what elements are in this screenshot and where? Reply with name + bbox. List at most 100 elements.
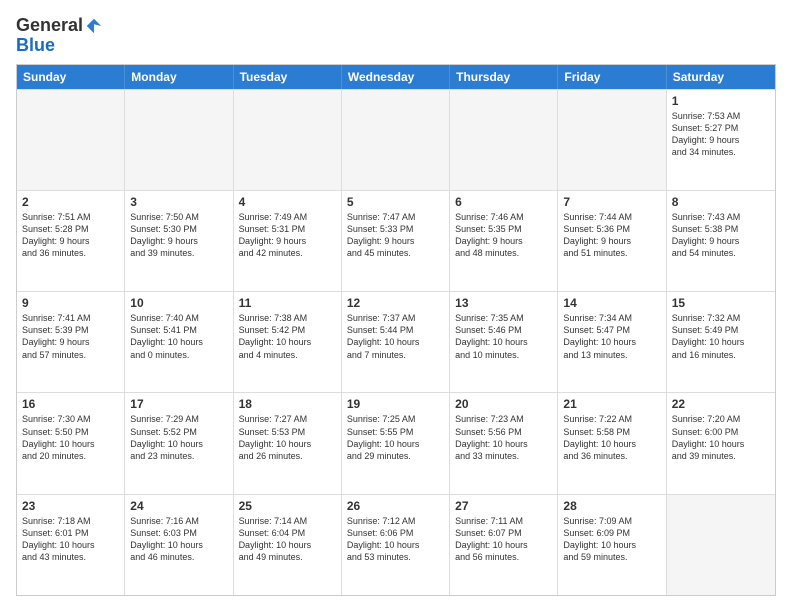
cell-line: Sunset: 5:52 PM <box>130 426 227 438</box>
calendar-cell <box>17 90 125 190</box>
cell-line: and 34 minutes. <box>672 146 770 158</box>
calendar-row: 1Sunrise: 7:53 AMSunset: 5:27 PMDaylight… <box>17 89 775 190</box>
cell-line: and 53 minutes. <box>347 551 444 563</box>
cell-info: Sunrise: 7:27 AMSunset: 5:53 PMDaylight:… <box>239 413 336 462</box>
cell-line: and 43 minutes. <box>22 551 119 563</box>
calendar: SundayMondayTuesdayWednesdayThursdayFrid… <box>16 64 776 596</box>
cell-line: Sunset: 5:50 PM <box>22 426 119 438</box>
cell-line: Sunrise: 7:46 AM <box>455 211 552 223</box>
cell-line: and 39 minutes. <box>130 247 227 259</box>
cell-line: Daylight: 10 hours <box>22 539 119 551</box>
calendar-cell <box>450 90 558 190</box>
day-number: 10 <box>130 296 227 310</box>
calendar-cell: 28Sunrise: 7:09 AMSunset: 6:09 PMDayligh… <box>558 495 666 595</box>
cell-info: Sunrise: 7:49 AMSunset: 5:31 PMDaylight:… <box>239 211 336 260</box>
calendar-cell: 23Sunrise: 7:18 AMSunset: 6:01 PMDayligh… <box>17 495 125 595</box>
cell-line: Daylight: 10 hours <box>130 336 227 348</box>
cell-line: Sunrise: 7:35 AM <box>455 312 552 324</box>
cell-info: Sunrise: 7:47 AMSunset: 5:33 PMDaylight:… <box>347 211 444 260</box>
cell-line: Sunrise: 7:30 AM <box>22 413 119 425</box>
cell-line: Sunset: 5:46 PM <box>455 324 552 336</box>
cell-line: Sunset: 5:53 PM <box>239 426 336 438</box>
calendar-cell: 12 Sunrise: 7:37 AMSunset: 5:44 PMDayligh… <box>342 292 450 392</box>
cell-line: Daylight: 10 hours <box>563 336 660 348</box>
cell-line: Sunrise: 7:20 AM <box>672 413 770 425</box>
cell-line: Sunset: 5:58 PM <box>563 426 660 438</box>
calendar-row: 16 Sunrise: 7:30 AMSunset: 5:50 PM Dayligh… <box>17 392 775 493</box>
cell-line: Daylight: 9 hours <box>672 134 770 146</box>
day-number: 28 <box>563 499 660 513</box>
day-number: 15 <box>672 296 770 310</box>
calendar-cell <box>558 90 666 190</box>
cell-line: Sunset: 5:30 PM <box>130 223 227 235</box>
cell-line: Daylight: 10 hours <box>347 539 444 551</box>
cell-line: Sunset: 5:47 PM <box>563 324 660 336</box>
cell-info: Sunrise: 7:46 AMSunset: 5:35 PMDaylight:… <box>455 211 552 260</box>
calendar-cell: 20Sunrise: 7:23 AMSunset: 5:56 PMDayligh… <box>450 393 558 493</box>
day-number: 20 <box>455 397 552 411</box>
cell-line: Sunset: 5:33 PM <box>347 223 444 235</box>
cell-line: Sunrise: 7:11 AM <box>455 515 552 527</box>
cell-line: Daylight: 9 hours <box>672 235 770 247</box>
cell-line: and 36 minutes. <box>22 247 119 259</box>
cell-line: Daylight: 10 hours <box>455 336 552 348</box>
cell-line: Daylight: 9 hours <box>130 235 227 247</box>
calendar-cell: 25Sunrise: 7:14 AMSunset: 6:04 PMDayligh… <box>234 495 342 595</box>
cell-info: Sunrise: 7:41 AMSunset: 5:39 PMDaylight:… <box>22 312 119 361</box>
cell-info: Sunrise: 7:14 AMSunset: 6:04 PMDaylight:… <box>239 515 336 564</box>
cell-line: Sunrise: 7:23 AM <box>455 413 552 425</box>
logo: General Blue <box>16 16 103 56</box>
cell-line: Sunset: 5:27 PM <box>672 122 770 134</box>
day-number: 13 <box>455 296 552 310</box>
cell-info: Sunrise: 7:44 AMSunset: 5:36 PMDaylight:… <box>563 211 660 260</box>
cal-header-day: Thursday <box>450 65 558 89</box>
cell-line: and 36 minutes. <box>563 450 660 462</box>
cell-info: Sunrise: 7:53 AMSunset: 5:27 PMDaylight:… <box>672 110 770 159</box>
cell-line: and 59 minutes. <box>563 551 660 563</box>
cell-line: Sunrise: 7:41 AM <box>22 312 119 324</box>
cell-line: Daylight: 9 hours <box>347 235 444 247</box>
cell-info: Sunrise: 7:29 AMSunset: 5:52 PMDaylight:… <box>130 413 227 462</box>
cell-line: Sunset: 6:00 PM <box>672 426 770 438</box>
logo-text-blue: Blue <box>16 36 55 56</box>
day-number: 17 <box>130 397 227 411</box>
cell-line: Sunset: 6:04 PM <box>239 527 336 539</box>
cell-info: Sunrise: 7:37 AMSunset: 5:44 PMDaylight:… <box>347 312 444 361</box>
calendar-cell <box>667 495 775 595</box>
day-number: 6 <box>455 195 552 209</box>
cell-info: Sunrise: 7:34 AMSunset: 5:47 PMDaylight:… <box>563 312 660 361</box>
cell-info: Sunrise: 7:12 AMSunset: 6:06 PMDaylight:… <box>347 515 444 564</box>
day-number: 12 <box>347 296 444 310</box>
calendar-cell: 3Sunrise: 7:50 AMSunset: 5:30 PMDaylight… <box>125 191 233 291</box>
calendar-cell: 19Sunrise: 7:25 AMSunset: 5:55 PMDayligh… <box>342 393 450 493</box>
cell-info: Sunrise: 7:18 AMSunset: 6:01 PMDaylight:… <box>22 515 119 564</box>
cell-line: Sunrise: 7:53 AM <box>672 110 770 122</box>
cell-line: and 45 minutes. <box>347 247 444 259</box>
cell-line: Sunrise: 7:50 AM <box>130 211 227 223</box>
day-number: 21 <box>563 397 660 411</box>
cal-header-day: Tuesday <box>234 65 342 89</box>
cell-line: Sunset: 5:49 PM <box>672 324 770 336</box>
cell-line: and 57 minutes. <box>22 349 119 361</box>
day-number: 5 <box>347 195 444 209</box>
day-number: 18 <box>239 397 336 411</box>
calendar-cell: 18 Sunrise: 7:27 AMSunset: 5:53 PMDayligh… <box>234 393 342 493</box>
day-number: 7 <box>563 195 660 209</box>
cal-header-day: Sunday <box>17 65 125 89</box>
cell-info: Sunrise: 7:32 AMSunset: 5:49 PMDaylight:… <box>672 312 770 361</box>
cell-line: and 20 minutes. <box>22 450 119 462</box>
calendar-cell: 11Sunrise: 7:38 AMSunset: 5:42 PMDayligh… <box>234 292 342 392</box>
cell-info: Sunrise: 7:51 AMSunset: 5:28 PMDaylight:… <box>22 211 119 260</box>
cell-line: and 42 minutes. <box>239 247 336 259</box>
cell-line: Sunrise: 7:44 AM <box>563 211 660 223</box>
cell-line: and 33 minutes. <box>455 450 552 462</box>
cell-line: Daylight: 10 hours <box>672 438 770 450</box>
day-number: 19 <box>347 397 444 411</box>
cell-line: Sunrise: 7:25 AM <box>347 413 444 425</box>
cell-line: Sunset: 5:31 PM <box>239 223 336 235</box>
day-number: 16 <box>22 397 119 411</box>
calendar-cell: 16Sunrise: 7:30 AMSunset: 5:50 PMDayligh… <box>17 393 125 493</box>
calendar-cell: 21Sunrise: 7:22 AMSunset: 5:58 PMDayligh… <box>558 393 666 493</box>
calendar-cell <box>342 90 450 190</box>
calendar-row: 2Sunrise: 7:51 AMSunset: 5:28 PMDaylight… <box>17 190 775 291</box>
